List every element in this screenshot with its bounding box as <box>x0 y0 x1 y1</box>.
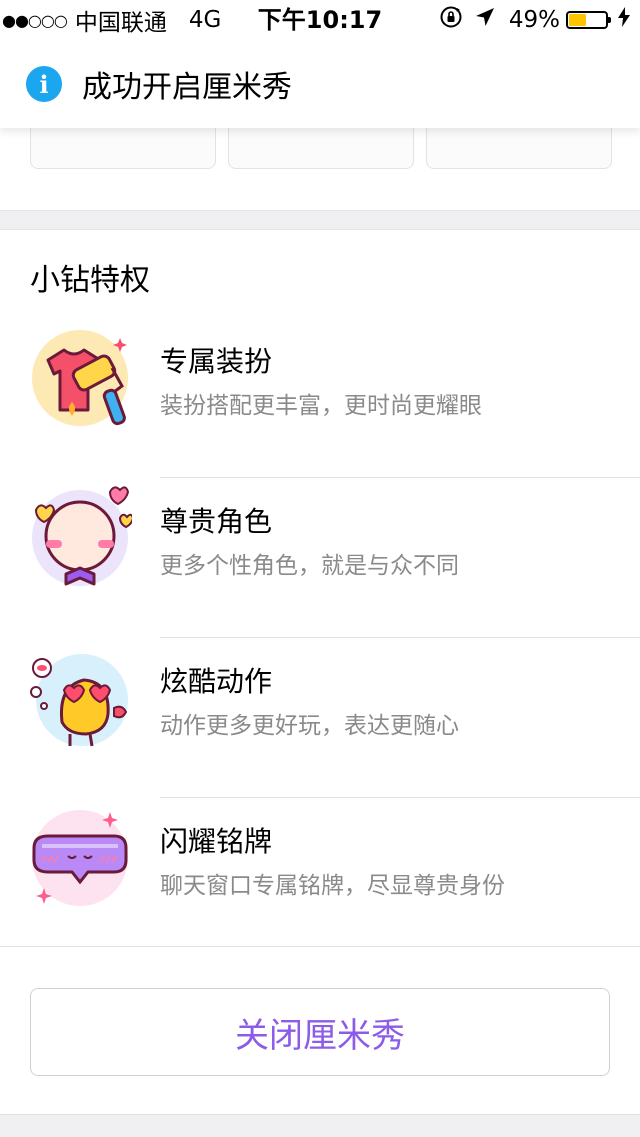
status-bar: ●●○○○ 中国联通 4G 下午10:17 49% <box>0 0 640 40</box>
item-title: 尊贵角色 <box>160 505 273 538</box>
section-title: 小钻特权 <box>30 263 150 298</box>
privilege-item-action[interactable]: 炫酷动作 动作更多更好玩，表达更随心 <box>0 638 640 798</box>
item-title: 专属装扮 <box>160 345 273 378</box>
section-divider <box>0 210 640 230</box>
heart-eyes-character-icon <box>28 646 132 750</box>
item-title: 炫酷动作 <box>160 665 273 698</box>
carrier-name: 中国联通 <box>74 10 167 36</box>
item-description: 动作更多更好玩，表达更随心 <box>160 713 459 739</box>
divider <box>0 946 640 947</box>
privilege-item-character[interactable]: 尊贵角色 更多个性角色，就是与众不同 <box>0 478 640 638</box>
item-description: 更多个性角色，就是与众不同 <box>160 553 459 579</box>
signal-strength: ●●○○○ <box>2 10 68 30</box>
item-description: 装扮搭配更丰富，更时尚更耀眼 <box>160 393 482 419</box>
battery-icon <box>566 11 611 29</box>
item-title: 闪耀铭牌 <box>160 825 273 858</box>
sparkle-nameplate-icon <box>28 806 132 910</box>
status-left: ●●○○○ 中国联通 4G <box>0 5 222 36</box>
status-right: 49% <box>439 5 630 35</box>
card-strip <box>0 116 640 210</box>
charging-bolt-icon <box>618 7 630 33</box>
toast-message: 成功开启厘米秀 <box>82 70 292 105</box>
item-description: 聊天窗口专属铭牌，尽显尊贵身份 <box>160 873 505 899</box>
privilege-item-outfit[interactable]: 专属装扮 装扮搭配更丰富，更时尚更耀眼 <box>0 318 640 478</box>
privilege-item-nameplate[interactable]: 闪耀铭牌 聊天窗口专属铭牌，尽显尊贵身份 <box>0 798 640 958</box>
info-icon: i <box>26 66 62 102</box>
rotation-lock-icon <box>439 5 463 35</box>
location-arrow-icon <box>475 7 495 33</box>
battery-level-fill <box>569 14 586 26</box>
battery-percent: 49% <box>508 7 560 33</box>
footer-spacer <box>0 1114 640 1137</box>
bowtie-character-icon <box>28 486 135 590</box>
close-cmshow-button[interactable]: 关闭厘米秀 <box>30 988 610 1076</box>
success-toast: i 成功开启厘米秀 <box>0 40 640 128</box>
paint-roller-shirt-icon <box>28 326 132 430</box>
network-type: 4G <box>188 7 222 33</box>
